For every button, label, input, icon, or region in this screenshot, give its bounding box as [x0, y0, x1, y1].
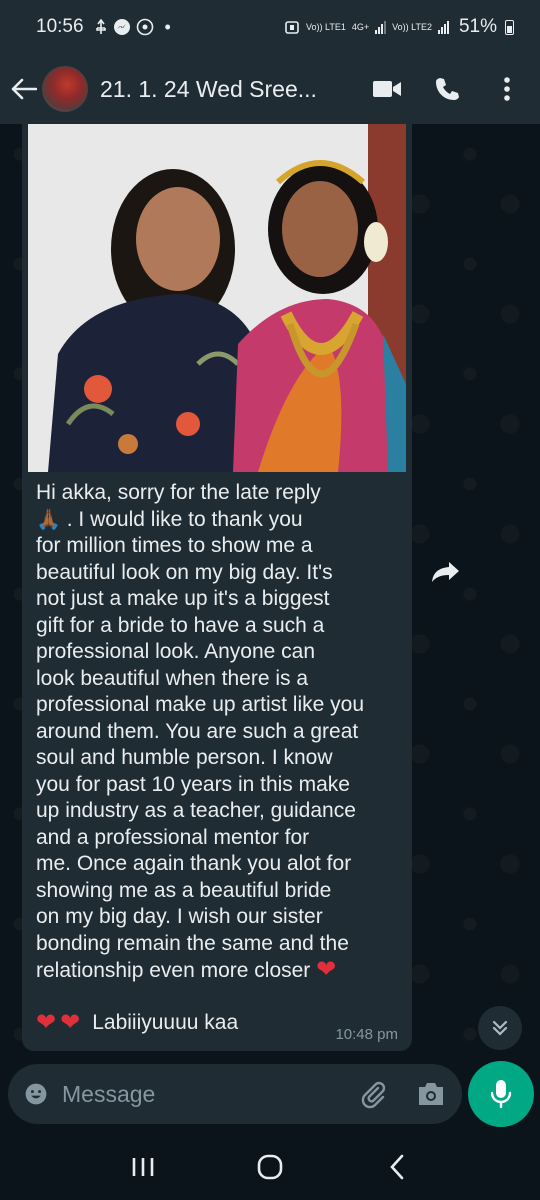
message-line: Hi akka, sorry for the late reply: [36, 481, 321, 504]
composer-actions: [358, 1079, 446, 1109]
status-bar: 10:56 • Vo)) LTE1 4G+ Vo)) LTE2 51%: [0, 0, 540, 54]
signature-text: Labiiiyuuuu kaa: [92, 1010, 239, 1034]
sim2-label: Vo)) LTE2: [392, 22, 432, 32]
forward-arrow-icon: [432, 562, 459, 582]
phone-icon: [436, 78, 459, 100]
message-line: for million times to show me a: [36, 534, 313, 557]
attach-icon[interactable]: [358, 1079, 388, 1109]
photo-two-women: [28, 124, 406, 472]
message-line: beautiful look on my big day. It's: [36, 560, 333, 584]
usb-icon: [95, 19, 106, 34]
message-line: and a professional mentor for: [36, 825, 310, 849]
message-timestamp: 10:48 pm: [335, 1026, 398, 1043]
video-camera-icon: [373, 81, 401, 97]
message-composer: [8, 1064, 462, 1124]
message-line: showing me as a beautiful bride: [36, 878, 332, 902]
forward-button[interactable]: [424, 550, 468, 594]
emoji-icon[interactable]: [24, 1079, 48, 1109]
chat-title[interactable]: 21. 1. 24 Wed Sree...: [100, 76, 372, 103]
message-line: on my big day. I wish our sister: [36, 905, 323, 928]
kebab-menu-icon: [504, 77, 510, 101]
sim1-label: Vo)) LTE1: [305, 22, 346, 32]
status-right-icons: Vo)) LTE1 4G+ Vo)) LTE2 51%: [284, 16, 514, 38]
incoming-message-bubble[interactable]: Hi akka, sorry for the late reply 🙏🏾 . I…: [22, 124, 412, 1051]
home-icon: [257, 1154, 283, 1180]
message-line: around them. You are such a great: [36, 719, 359, 743]
red-heart-emoji-icon: ❤: [316, 956, 337, 983]
home-button[interactable]: [250, 1147, 290, 1187]
battery-percent: 51%: [458, 16, 497, 37]
messenger-icon: [113, 19, 130, 35]
message-line: gift for a bride to have a such a: [36, 613, 325, 637]
signature-row: ❤ ❤ Labiiiyuuuu kaa: [36, 1008, 238, 1037]
notification-icons: •: [94, 17, 171, 38]
message-photo[interactable]: [28, 124, 406, 472]
red-heart-emoji-icon: ❤: [60, 1009, 81, 1036]
message-line: . I would like to thank you: [66, 507, 303, 531]
signal-bars-1-icon: [375, 20, 387, 34]
battery-icon: [505, 19, 514, 35]
back-button[interactable]: [10, 75, 38, 103]
network-type: 4G+: [351, 22, 370, 32]
message-line: professional look. Anyone can: [36, 640, 316, 663]
system-navigation-bar: [0, 1134, 540, 1200]
folded-hands-emoji-icon: 🙏🏾: [36, 508, 61, 531]
more-notifications-dot: •: [164, 16, 171, 37]
message-line: relationship even more closer: [36, 959, 311, 982]
voice-message-button[interactable]: [468, 1061, 534, 1127]
chevron-left-icon: [389, 1154, 403, 1180]
scroll-to-bottom-button[interactable]: [478, 1006, 522, 1050]
message-line: you for past 10 years in this make: [36, 772, 350, 796]
back-nav-button[interactable]: [377, 1147, 417, 1187]
header-actions: [372, 74, 522, 104]
red-heart-emoji-icon: ❤: [36, 1009, 57, 1036]
recent-apps-icon: [133, 1158, 154, 1176]
message-line: bonding remain the same and the: [36, 931, 349, 955]
video-call-button[interactable]: [372, 74, 402, 104]
message-line-with-heart: relationship even more closer ❤: [36, 956, 406, 985]
contact-avatar[interactable]: [42, 66, 88, 112]
recent-apps-button[interactable]: [123, 1147, 163, 1187]
message-line: up industry as a teacher, guidance: [36, 799, 356, 822]
alarm-icon: [285, 21, 299, 34]
back-arrow-icon: [11, 78, 37, 100]
chat-header: 21. 1. 24 Wed Sree...: [0, 54, 540, 124]
message-line: soul and humble person. I know: [36, 746, 333, 769]
message-line-with-emoji: 🙏🏾 . I would like to thank you: [36, 507, 406, 534]
message-line: look beautiful when there is a: [36, 666, 309, 690]
status-time: 10:56: [36, 16, 84, 37]
message-line: not just a make up it's a biggest: [36, 587, 330, 610]
camera-icon[interactable]: [416, 1081, 446, 1107]
message-text: Hi akka, sorry for the late reply 🙏🏾 . I…: [36, 480, 406, 985]
message-input[interactable]: [62, 1080, 358, 1108]
more-options-button[interactable]: [492, 74, 522, 104]
whatsapp-notification-icon: [136, 18, 153, 36]
voice-call-button[interactable]: [432, 74, 462, 104]
message-line: me. Once again thank you alot for: [36, 852, 352, 875]
signal-bars-2-icon: [437, 20, 449, 34]
whatsapp-chat-screen: 10:56 • Vo)) LTE1 4G+ Vo)) LTE2 51% 21. …: [0, 0, 540, 1200]
double-chevron-down-icon: [492, 1020, 508, 1036]
message-line: professional make up artist like you: [36, 693, 364, 716]
microphone-icon: [490, 1080, 512, 1109]
